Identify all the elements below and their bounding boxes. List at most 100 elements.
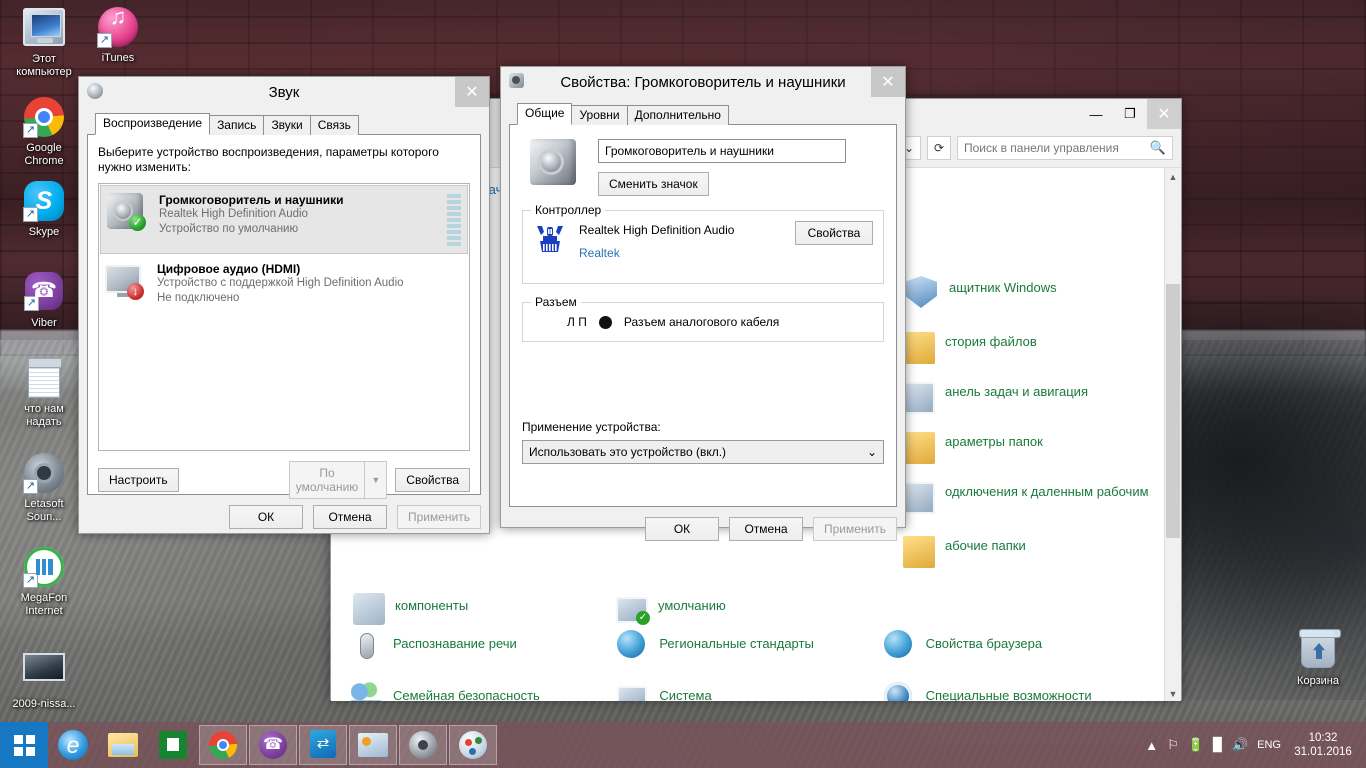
close-button[interactable]: ✕ [871,67,905,97]
control-panel-item-label: анель задач и авигация [945,378,1088,400]
device-name-input[interactable]: Громкоговоритель и наушники [598,139,846,163]
system-tray[interactable]: ▲ ⚐ 🔋 ▉ 🔊 ENG 10:32 31.01.2016 [1145,731,1366,759]
taskbar[interactable]: ▲ ⚐ 🔋 ▉ 🔊 ENG 10:32 31.01.2016 [0,722,1366,768]
playback-panel: Выберите устройство воспроизведения, пар… [87,135,481,495]
controller-vendor-link[interactable]: Realtek [579,246,783,260]
language-indicator[interactable]: ENG [1257,739,1281,751]
windows-store-icon [158,730,188,760]
close-button[interactable]: ✕ [1147,99,1181,129]
tab-communications[interactable]: Связь [310,115,359,135]
network-signal-icon[interactable]: ▉ [1213,737,1223,753]
control-panel-item-folder-options[interactable]: араметры папок [901,422,1151,472]
playback-device-list[interactable]: Громкоговоритель и наушники Realtek High… [98,183,470,451]
tab-recording[interactable]: Запись [209,115,264,135]
desktop-icon-letasoft-sound-booster[interactable]: Letasoft Soun... [6,452,82,524]
taskbar-item-windows-store[interactable] [149,725,197,765]
speaker-icon [409,731,437,759]
properties-tabs[interactable]: Общие Уровни Дополнительно [509,103,897,125]
action-center-flag-icon[interactable]: ⚐ [1167,737,1179,753]
desktop-icon-recycle-bin[interactable]: Корзина [1280,628,1356,688]
scroll-up-arrow-icon[interactable]: ▲ [1165,168,1181,185]
start-button[interactable] [0,722,48,768]
scrollbar-thumb[interactable] [1166,284,1180,538]
battery-icon[interactable]: 🔋 [1188,737,1204,753]
device-usage-select[interactable]: Использовать это устройство (вкл.) ⌄ [522,440,884,464]
change-icon-button[interactable]: Сменить значок [598,172,709,196]
sound-dialog-titlebar[interactable]: Звук ✕ [79,77,489,107]
jack-group-label: Разъем [531,295,581,309]
desktop-icon-image-file[interactable]: 2009-nissa... [6,646,82,711]
taskbar-item-paint[interactable] [449,725,497,765]
recycle-bin-icon [1297,630,1339,672]
control-panel-item-windows-defender[interactable]: ащитник Windows [901,268,1151,322]
properties-button[interactable]: Свойства [395,468,470,492]
taskbar-item-internet-explorer[interactable] [49,725,97,765]
volume-meter [449,262,463,263]
control-panel-item-label: абочие папки [945,532,1026,554]
control-panel-item-ease-of-access[interactable]: Специальные возможности [882,676,1140,701]
tab-sounds[interactable]: Звуки [263,115,310,135]
taskbar-item-file-explorer[interactable] [99,725,147,765]
taskbar-item-sound-settings[interactable] [399,725,447,765]
control-panel-item-file-history[interactable]: стория файлов [901,322,1151,372]
control-panel-item-work-folders-top[interactable]: абочие папки [901,526,1151,576]
scroll-down-arrow-icon[interactable]: ▼ [1165,685,1181,701]
taskbar-item-google-chrome[interactable] [199,725,247,765]
viber-icon [259,731,287,759]
desktop-icon-google-chrome[interactable]: Google Chrome [6,96,82,168]
tab-playback[interactable]: Воспроизведение [95,113,210,135]
clock-time: 10:32 [1290,731,1356,745]
control-panel-item-internet-options[interactable]: Свойства браузера [882,624,1140,674]
close-button[interactable]: ✕ [455,77,489,107]
control-panel-item-speech-recognition[interactable]: Распознавание речи [349,624,607,674]
search-input[interactable]: Поиск в панели управления 🔍 [957,136,1173,160]
clock[interactable]: 10:32 31.01.2016 [1290,731,1356,759]
chevron-up-icon[interactable]: ▲ [1145,738,1158,753]
desktop-icon-this-pc[interactable]: Этот компьютер [6,6,82,79]
control-panel-item-system[interactable]: Система [615,676,873,701]
device-status: Не подключено [157,291,439,306]
control-panel-item-taskbar-navigation[interactable]: анель задач и авигация [901,372,1151,422]
sound-dialog[interactable]: Звук ✕ Воспроизведение Запись Звуки Связ… [78,76,490,534]
tab-general[interactable]: Общие [517,103,572,125]
desktop-icon-megafon-internet[interactable]: MegaFon Internet [6,546,82,618]
speaker-properties-dialog[interactable]: Свойства: Громкоговоритель и наушники ✕ … [500,66,906,528]
control-panel-item-family-safety[interactable]: Семейная безопасность [349,676,607,701]
minimize-button[interactable]: — [1079,99,1113,129]
list-item[interactable]: Громкоговоритель и наушники Realtek High… [100,185,468,254]
ok-button[interactable]: ОК [229,505,303,529]
device-driver: Устройство с поддержкой High Definition … [157,276,439,291]
family-safety-icon [351,682,383,701]
cancel-button[interactable]: Отмена [729,517,803,541]
ok-button[interactable]: ОК [645,517,719,541]
controller-properties-button[interactable]: Свойства [795,221,873,245]
taskbar-item-teamviewer[interactable] [299,725,347,765]
work-folders-icon [903,536,935,568]
desktop-icon-label: iTunes [80,52,156,65]
configure-button[interactable]: Настроить [98,468,179,492]
taskbar-item-control-panel[interactable] [349,725,397,765]
list-item[interactable]: Цифровое аудио (HDMI) Устройство с подде… [99,255,469,313]
volume-icon[interactable]: 🔊 [1232,737,1248,753]
control-panel-item-remoteapp[interactable]: одключения к даленным рабочим [901,472,1151,526]
desktop-icon-itunes[interactable]: iTunes [80,6,156,65]
tab-advanced[interactable]: Дополнительно [627,105,729,125]
vertical-scrollbar[interactable]: ▲ ▼ [1164,168,1181,701]
control-panel-item-default-programs[interactable]: умолчанию [616,593,726,623]
cancel-button[interactable]: Отмена [313,505,387,529]
sound-tabs[interactable]: Воспроизведение Запись Звуки Связь [87,113,481,135]
realtek-logo-icon [533,223,567,253]
window-controls[interactable]: — ❐ ✕ [1079,99,1181,129]
control-panel-item-region[interactable]: Региональные стандарты [615,624,873,674]
taskbar-item-viber[interactable] [249,725,297,765]
chevron-down-icon[interactable]: ⌄ [867,445,877,459]
properties-dialog-titlebar[interactable]: Свойства: Громкоговоритель и наушники ✕ [501,67,905,97]
desktop-icon-viber[interactable]: Viber [6,270,82,330]
desktop-icon-text-file[interactable]: что нам надать [6,358,82,429]
tab-levels[interactable]: Уровни [571,105,627,125]
properties-dialog-footer: ОК Отмена Применить [509,507,897,541]
general-panel: Громкоговоритель и наушники Сменить знач… [509,125,897,507]
desktop-icon-skype[interactable]: Skype [6,180,82,239]
refresh-icon[interactable]: ⟳ [927,136,951,160]
maximize-button[interactable]: ❐ [1113,99,1147,129]
